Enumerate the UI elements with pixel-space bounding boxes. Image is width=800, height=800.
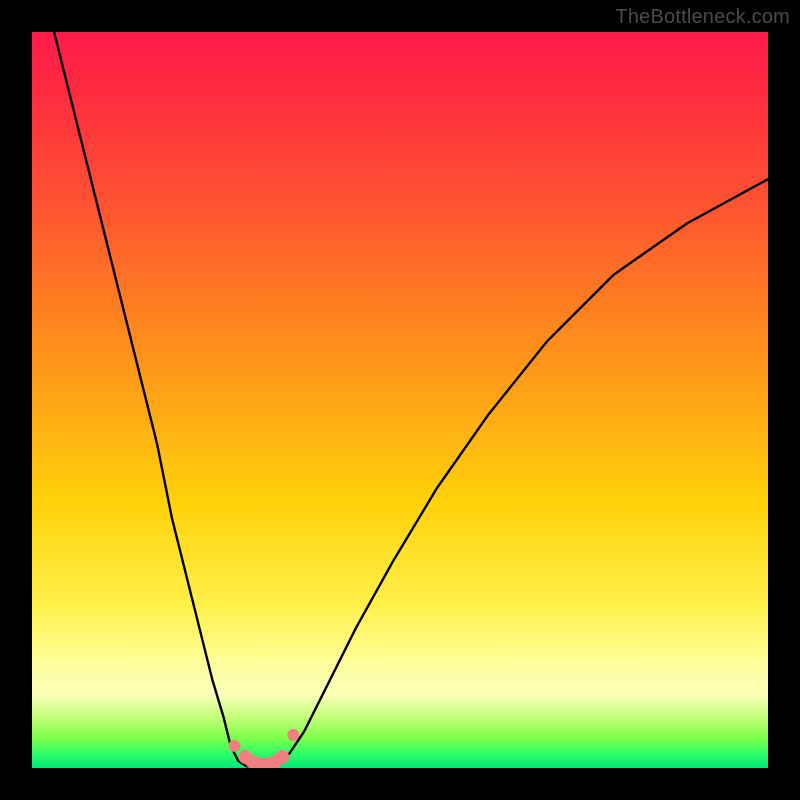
- plot-area: [32, 32, 768, 768]
- watermark-label: TheBottleneck.com: [615, 6, 790, 29]
- chart-frame: TheBottleneck.com: [0, 0, 800, 800]
- curve-path: [54, 32, 768, 768]
- trough-marker: [275, 750, 289, 764]
- trough-marker: [287, 729, 299, 741]
- trough-marker: [228, 740, 240, 752]
- bottleneck-curve: [32, 32, 768, 768]
